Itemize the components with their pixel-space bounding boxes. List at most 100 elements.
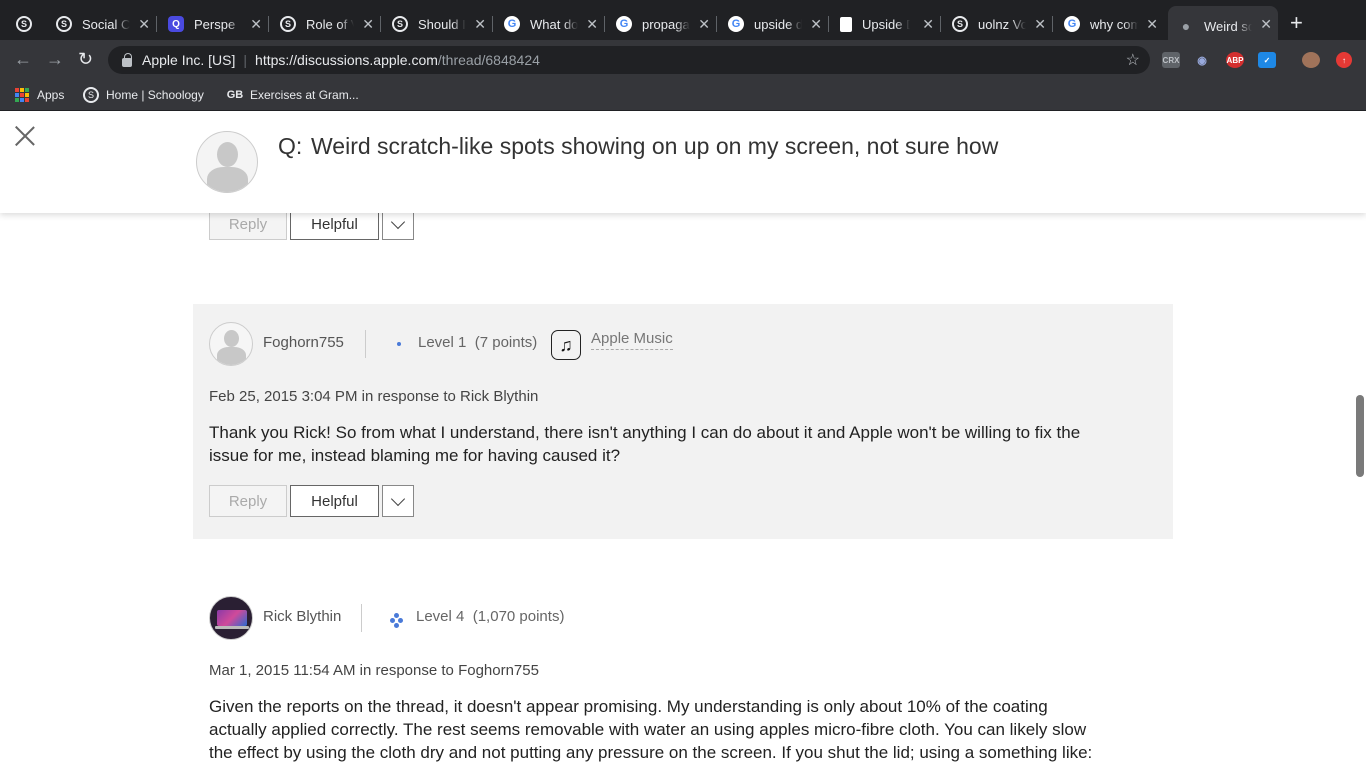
tab-7[interactable]: G upside d ✕: [718, 8, 829, 40]
tab-9[interactable]: S uolnz Vo ✕: [942, 8, 1053, 40]
reload-icon[interactable]: ↻: [78, 50, 93, 68]
google-icon: G: [616, 16, 632, 32]
avatar[interactable]: [209, 322, 253, 366]
question-title: Weird scratch-like spots showing on up o…: [311, 133, 999, 159]
close-icon[interactable]: [15, 125, 35, 147]
more-options-button[interactable]: [382, 485, 414, 517]
address-bar[interactable]: Apple Inc. [US] | https://discussions.ap…: [108, 46, 1150, 74]
avatar[interactable]: [209, 596, 253, 640]
page-content: Reply Helpful Foghorn755 Level 1 (7 poin…: [0, 111, 1366, 768]
tab-10[interactable]: G why com ✕: [1054, 8, 1164, 40]
response-to-link[interactable]: Rick Blythin: [460, 388, 538, 405]
close-icon[interactable]: ✕: [1260, 16, 1272, 33]
author-name[interactable]: Rick Blythin: [263, 608, 341, 625]
tab-title: Perspe: [194, 16, 236, 32]
in-response-text: in response to: [361, 388, 456, 405]
reply-button[interactable]: Reply: [209, 485, 287, 517]
address-divider: |: [243, 52, 248, 68]
profile-avatar[interactable]: [1302, 52, 1320, 68]
close-icon[interactable]: ✕: [474, 16, 486, 33]
close-icon[interactable]: ✕: [1146, 16, 1158, 33]
tab-0[interactable]: S: [6, 8, 42, 40]
tab-3[interactable]: S Role of V ✕: [270, 8, 381, 40]
back-arrow-icon[interactable]: ←: [14, 50, 32, 68]
bookmark-schoology[interactable]: S Home | Schoology: [83, 85, 204, 105]
schoology-icon: S: [83, 87, 99, 103]
tab-title: Should I: [418, 16, 466, 32]
tab-divider: [828, 16, 829, 32]
divider: [361, 604, 362, 632]
gb-icon: GB: [226, 89, 244, 101]
bookmark-grammar[interactable]: GB Exercises at Gram...: [227, 85, 359, 105]
bookmark-apps[interactable]: Apps: [14, 85, 64, 105]
close-icon[interactable]: ✕: [698, 16, 710, 33]
level-dot-icon: [397, 342, 401, 346]
chevron-down-icon: [390, 214, 406, 229]
bookmark-label: Apps: [37, 88, 65, 102]
close-icon[interactable]: ✕: [362, 16, 374, 33]
tab-divider: [156, 16, 157, 32]
user-level: Level 1 (7 points): [418, 334, 537, 351]
tab-divider: [268, 16, 269, 32]
close-icon[interactable]: ✕: [586, 16, 598, 33]
post-date: Mar 1, 2015 11:54 AM: [209, 662, 356, 679]
macbook-base: [215, 626, 249, 629]
author-name[interactable]: Foghorn755: [263, 334, 344, 351]
user-level: Level 4 (1,070 points): [416, 608, 564, 625]
in-response-text: in response to: [359, 662, 454, 679]
schoology-icon: S: [392, 16, 408, 32]
close-icon[interactable]: ✕: [138, 16, 150, 33]
tab-1[interactable]: S Social Cl ✕: [46, 8, 157, 40]
post-meta: Mar 1, 2015 11:54 AM in response to Fogh…: [209, 662, 539, 679]
tab-2[interactable]: Q Perspe ✕: [158, 8, 269, 40]
helpful-button[interactable]: Helpful: [290, 485, 379, 517]
close-icon[interactable]: ✕: [922, 16, 934, 33]
lock-icon: [122, 52, 132, 67]
bookmark-label: Exercises at Gram...: [250, 88, 359, 102]
tab-5[interactable]: G What do ✕: [494, 8, 605, 40]
schoology-icon: S: [56, 16, 72, 32]
tab-title: Upside D: [862, 16, 910, 32]
apple-icon: ●: [1181, 18, 1191, 34]
crx-extension-icon[interactable]: CRX: [1162, 52, 1180, 68]
tab-divider: [1052, 16, 1053, 32]
chevron-down-icon: [390, 491, 406, 506]
tab-title: What do: [530, 16, 578, 32]
tab-title: Weird sc: [1204, 18, 1252, 34]
toolbar: ← → ↻ Apple Inc. [US] | https://discussi…: [0, 40, 1366, 80]
reply-post: Foghorn755 Level 1 (7 points) ♫ Apple Mu…: [193, 304, 1173, 539]
tab-4[interactable]: S Should I ✕: [382, 8, 493, 40]
tab-title: Social Cl: [82, 16, 130, 32]
avatar[interactable]: [196, 131, 258, 193]
scrollbar-thumb[interactable]: [1356, 395, 1364, 477]
close-icon[interactable]: ✕: [1034, 16, 1046, 33]
tab-divider: [492, 16, 493, 32]
owl-extension-icon[interactable]: ◉: [1194, 52, 1210, 68]
music-note-icon: ♫: [551, 330, 581, 360]
check-extension-icon[interactable]: ✓: [1258, 52, 1276, 68]
new-tab-plus-icon[interactable]: +: [1290, 12, 1303, 34]
response-to-link[interactable]: Foghorn755: [458, 662, 539, 679]
bookmark-star-icon[interactable]: ☆: [1126, 50, 1140, 70]
tab-8[interactable]: Upside D ✕: [830, 8, 941, 40]
close-icon[interactable]: ✕: [810, 16, 822, 33]
update-arrow-icon[interactable]: ↑: [1336, 52, 1352, 68]
google-icon: G: [504, 16, 520, 32]
post-body: Thank you Rick! So from what I understan…: [209, 423, 1081, 465]
close-icon[interactable]: ✕: [250, 16, 262, 33]
forward-arrow-icon[interactable]: →: [46, 50, 64, 68]
question-header: Q: Weird scratch-like spots showing on u…: [0, 111, 1366, 213]
macbook-avatar-image: [217, 610, 247, 626]
tab-6[interactable]: G propaga ✕: [606, 8, 717, 40]
community-link[interactable]: Apple Music: [591, 330, 673, 350]
site-org: Apple Inc. [US]: [142, 52, 236, 68]
post-body: Given the reports on the thread, it does…: [209, 697, 1093, 768]
points-text: (7 points): [474, 334, 538, 351]
apps-grid-icon: [14, 87, 30, 103]
schoology-icon: S: [16, 16, 32, 32]
doc-icon: [840, 16, 852, 32]
level-text: Level 1: [418, 334, 467, 351]
adblock-extension-icon[interactable]: ABP: [1226, 52, 1244, 68]
google-icon: G: [728, 16, 744, 32]
post-meta: Feb 25, 2015 3:04 PM in response to Rick…: [209, 388, 538, 405]
